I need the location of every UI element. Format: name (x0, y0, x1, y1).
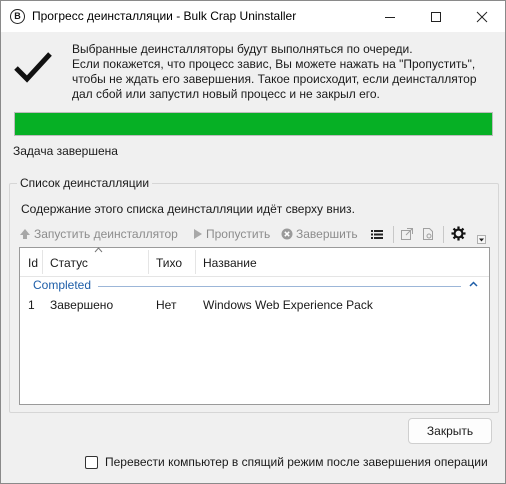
title-bar: B Прогресс деинсталляции - Bulk Crap Uni… (1, 1, 505, 32)
cell-status: Завершено (50, 298, 114, 312)
app-icon: B (10, 9, 25, 24)
maximize-icon (431, 12, 441, 22)
column-header-quiet[interactable]: Тихо (156, 256, 182, 270)
message-line: Выбранные деинсталляторы будут выполнять… (72, 42, 413, 56)
gear-icon[interactable] (451, 226, 466, 241)
cell-name: Windows Web Experience Pack (203, 298, 373, 312)
toolbar: Запустить деинсталлятор Пропустить Завер… (19, 223, 491, 245)
collapse-chevron-icon[interactable] (469, 281, 478, 287)
dropdown-icon[interactable] (477, 235, 486, 244)
cell-id: 1 (28, 298, 35, 312)
minimize-button[interactable] (367, 1, 413, 32)
table-row[interactable]: 1 Завершено Нет Windows Web Experience P… (20, 296, 489, 314)
column-separator (42, 250, 43, 274)
cancel-circle-icon (281, 228, 293, 240)
group-label: Completed (33, 278, 92, 292)
minimize-icon (385, 17, 395, 18)
list-group-completed[interactable]: Completed (20, 276, 489, 294)
group-title: Список деинсталляции (17, 176, 153, 190)
column-separator (148, 250, 149, 274)
up-arrow-icon (20, 229, 30, 239)
group-description: Содержание этого списка деинсталляции ид… (21, 202, 355, 216)
play-arrow-icon (194, 229, 202, 239)
task-status-label: Задача завершена (13, 144, 118, 158)
toolbar-separator (393, 226, 394, 243)
skip-label: Пропустить (206, 227, 271, 241)
list-icon[interactable] (370, 227, 384, 241)
column-header-id[interactable]: Id (28, 256, 38, 270)
finish-label: Завершить (296, 227, 358, 241)
checkmark-icon (14, 52, 52, 83)
close-button[interactable]: Закрыть (408, 418, 492, 444)
message-line: чтобы не ждать его завершения. Такое про… (72, 72, 477, 86)
sleep-checkbox[interactable] (85, 456, 98, 469)
column-header-status[interactable]: Статус (50, 256, 88, 270)
progress-bar (14, 112, 493, 136)
external-link-icon[interactable] (400, 227, 414, 241)
maximize-button[interactable] (413, 1, 459, 32)
column-separator (195, 250, 196, 274)
message-line: Если покажется, что процесс завис, Вы мо… (72, 57, 476, 71)
close-icon (476, 11, 488, 23)
close-window-button[interactable] (459, 1, 505, 32)
progress-fill (15, 113, 492, 135)
uninstall-list[interactable]: Id Статус Тихо Название Completed 1 Заве… (19, 247, 490, 405)
column-header-name[interactable]: Название (203, 256, 257, 270)
uninstall-progress-window: B Прогресс деинсталляции - Bulk Crap Uni… (0, 0, 506, 484)
sort-up-icon (94, 247, 103, 253)
start-uninstaller-label: Запустить деинсталлятор (34, 227, 178, 241)
info-message: Выбранные деинсталляторы будут выполнять… (72, 42, 502, 102)
cell-quiet: Нет (156, 298, 177, 312)
list-header: Id Статус Тихо Название (20, 247, 489, 277)
toolbar-separator (443, 226, 444, 243)
window-title: Прогресс деинсталляции - Bulk Crap Unins… (32, 9, 297, 23)
sleep-checkbox-label[interactable]: Перевести компьютер в спящий режим после… (105, 455, 488, 469)
document-icon[interactable] (421, 227, 435, 241)
message-line: дал сбой или запустил новый процесс и не… (72, 87, 380, 101)
group-divider (98, 286, 461, 287)
